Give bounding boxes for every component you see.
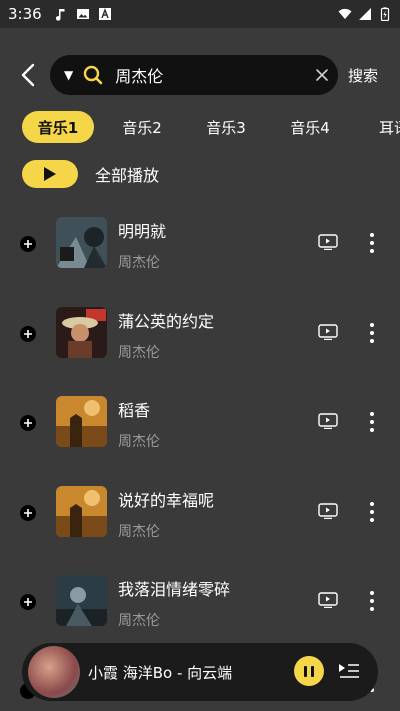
- search-row: ▼ 搜索: [0, 54, 400, 96]
- add-song-button[interactable]: [20, 594, 36, 610]
- search-box[interactable]: ▼: [50, 55, 338, 95]
- battery-charging-icon: [380, 7, 390, 21]
- music-note-icon: [55, 9, 65, 21]
- tab-music-4[interactable]: 音乐4: [274, 111, 346, 143]
- now-playing-title[interactable]: 小霞 海洋Bo - 向云端: [88, 662, 232, 683]
- play-all-row: 全部播放: [22, 159, 159, 189]
- song-title: 说好的幸福呢: [118, 490, 215, 510]
- wifi-icon: [338, 8, 352, 19]
- song-artist: 周杰伦: [118, 613, 160, 629]
- play-all-label[interactable]: 全部播放: [95, 162, 159, 186]
- signal-icon: [359, 8, 371, 20]
- tab-whisper[interactable]: 耳语: [358, 111, 400, 143]
- song-title: 蒲公英的约定: [118, 311, 215, 331]
- system-icons: [338, 7, 392, 21]
- more-options-button[interactable]: [366, 591, 378, 611]
- mv-icon[interactable]: [318, 413, 338, 429]
- mv-icon[interactable]: [318, 502, 338, 519]
- playlist-icon[interactable]: [338, 661, 360, 681]
- add-song-button[interactable]: [20, 415, 36, 431]
- tab-music-2[interactable]: 音乐2: [106, 111, 178, 143]
- tab-music-3[interactable]: 音乐3: [190, 111, 262, 143]
- song-title: 稻香: [118, 401, 151, 420]
- pause-button[interactable]: [294, 656, 324, 686]
- add-song-button[interactable]: [20, 325, 36, 342]
- mini-player[interactable]: 小霞 海洋Bo - 向云端: [22, 643, 378, 701]
- image-icon: [76, 9, 89, 19]
- chevron-left-icon: [21, 63, 35, 87]
- dropdown-caret-icon[interactable]: ▼: [64, 68, 73, 82]
- song-row[interactable]: 明明就 周杰伦: [0, 200, 400, 290]
- add-song-button[interactable]: [20, 236, 36, 252]
- play-all-button[interactable]: [22, 160, 78, 188]
- pause-icon: [304, 665, 307, 677]
- mv-icon[interactable]: [318, 592, 338, 608]
- more-options-button[interactable]: [366, 412, 378, 432]
- song-artist: 周杰伦: [118, 344, 160, 361]
- search-button[interactable]: 搜索: [348, 65, 378, 86]
- song-title: 明明就: [118, 222, 167, 241]
- song-artist: 周杰伦: [118, 255, 160, 271]
- status-bar: 3:36: [0, 0, 400, 28]
- song-row[interactable]: 稻香 周杰伦: [0, 379, 400, 469]
- song-row[interactable]: 我落泪情绪零碎 周杰伦: [0, 558, 400, 648]
- more-options-button[interactable]: [366, 233, 378, 253]
- back-button[interactable]: [8, 54, 48, 96]
- font-icon: [98, 8, 111, 20]
- album-cover: [56, 217, 107, 268]
- song-list: 明明就 周杰伦 蒲公英的约定 周杰伦 稻香 周杰伦 说好的幸福呢 周杰伦 我落泪…: [0, 200, 400, 648]
- album-cover: [56, 306, 107, 358]
- album-cover: [56, 485, 107, 537]
- plus-icon: [24, 598, 32, 606]
- song-artist: 周杰伦: [118, 434, 160, 450]
- play-icon: [44, 167, 56, 181]
- mv-icon[interactable]: [318, 323, 338, 340]
- album-cover: [56, 575, 107, 626]
- search-input[interactable]: [115, 65, 316, 85]
- more-options-button[interactable]: [366, 501, 378, 522]
- song-row[interactable]: 蒲公英的约定 周杰伦: [0, 290, 400, 380]
- song-artist: 周杰伦: [118, 523, 160, 540]
- now-playing-cover[interactable]: [28, 646, 80, 698]
- album-cover: [56, 396, 107, 447]
- plus-icon: [24, 329, 32, 338]
- song-title: 我落泪情绪零碎: [118, 580, 231, 599]
- source-tabs: 音乐1 音乐2 音乐3 音乐4 耳语: [22, 111, 400, 143]
- clear-icon[interactable]: [315, 68, 329, 82]
- status-time: 3:36: [8, 5, 42, 23]
- plus-icon: [24, 419, 32, 427]
- add-song-button[interactable]: [20, 504, 36, 521]
- plus-icon: [24, 240, 32, 248]
- tab-music-1[interactable]: 音乐1: [22, 111, 94, 143]
- search-icon: [83, 65, 103, 85]
- plus-icon: [24, 508, 32, 517]
- song-row[interactable]: 说好的幸福呢 周杰伦: [0, 469, 400, 559]
- notification-icons: [54, 7, 112, 21]
- more-options-button[interactable]: [366, 322, 378, 343]
- mv-icon[interactable]: [318, 234, 338, 250]
